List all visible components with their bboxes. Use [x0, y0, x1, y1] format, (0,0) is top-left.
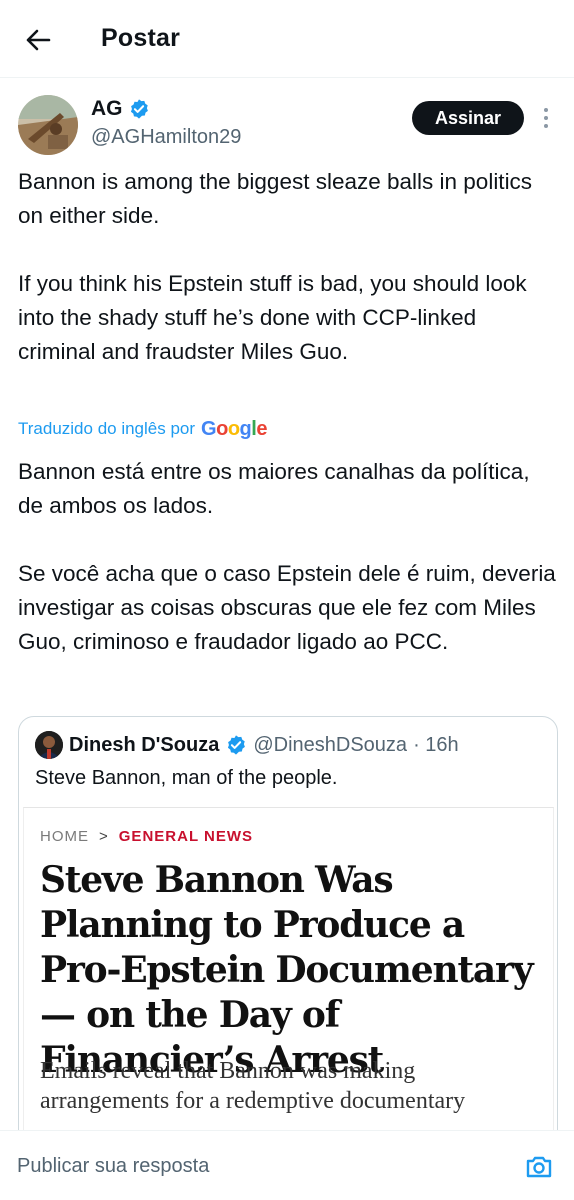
author-handle[interactable]: @AGHamilton29 [91, 126, 241, 149]
translated-post-text: Bannon está entre os maiores canalhas da… [18, 459, 556, 654]
verified-badge-icon [130, 99, 148, 119]
quote-author-handle: @DineshDSouza [253, 733, 408, 756]
avatar[interactable] [18, 95, 78, 155]
author-name-row: AG [91, 97, 150, 121]
breadcrumb-separator: > [99, 828, 109, 845]
translation-label: Traduzido do inglês por [18, 419, 196, 438]
page-title: Postar [101, 24, 181, 52]
quoted-post[interactable]: Dinesh D'Souza @DineshDSouza · 16h Steve… [18, 716, 558, 1146]
quote-avatar[interactable] [35, 731, 63, 759]
more-options-button[interactable] [534, 103, 558, 133]
article-subheadline: Emails reveal that Bannon was making arr… [40, 1058, 466, 1114]
arrow-left-icon [26, 29, 51, 51]
translation-note[interactable]: Traduzido do inglês por Google [18, 415, 267, 443]
breadcrumb-section: GENERAL NEWS [118, 828, 253, 845]
breadcrumb-home: HOME [40, 828, 89, 845]
article-headline: Steve Bannon Was Planning to Produce a P… [40, 859, 534, 1081]
quote-timestamp: · 16h [413, 733, 459, 756]
quoted-post-header: Dinesh D'Souza @DineshDSouza · 16h [35, 731, 459, 759]
back-button[interactable] [20, 22, 56, 58]
author-name[interactable]: AG [91, 97, 123, 121]
post-author: AG @AGHamilton29 Assinar [18, 95, 558, 155]
google-logo: Google [201, 417, 267, 440]
reply-input[interactable] [17, 1155, 497, 1178]
article-breadcrumb: HOME > GENERAL NEWS [40, 828, 253, 845]
top-bar: Postar [0, 0, 574, 78]
article-screenshot[interactable]: HOME > GENERAL NEWS Steve Bannon Was Pla… [23, 807, 554, 1145]
reply-bar [0, 1130, 574, 1200]
more-vertical-icon [544, 108, 548, 112]
subscribe-button[interactable]: Assinar [412, 101, 524, 135]
avatar-image [18, 95, 78, 155]
camera-icon[interactable] [524, 1152, 554, 1182]
quote-author-name: Dinesh D'Souza [69, 733, 220, 756]
verified-badge-icon [228, 735, 246, 755]
quote-text: Steve Bannon, man of the people. [35, 767, 338, 789]
post-text: Bannon is among the biggest sleaze balls… [18, 169, 533, 364]
